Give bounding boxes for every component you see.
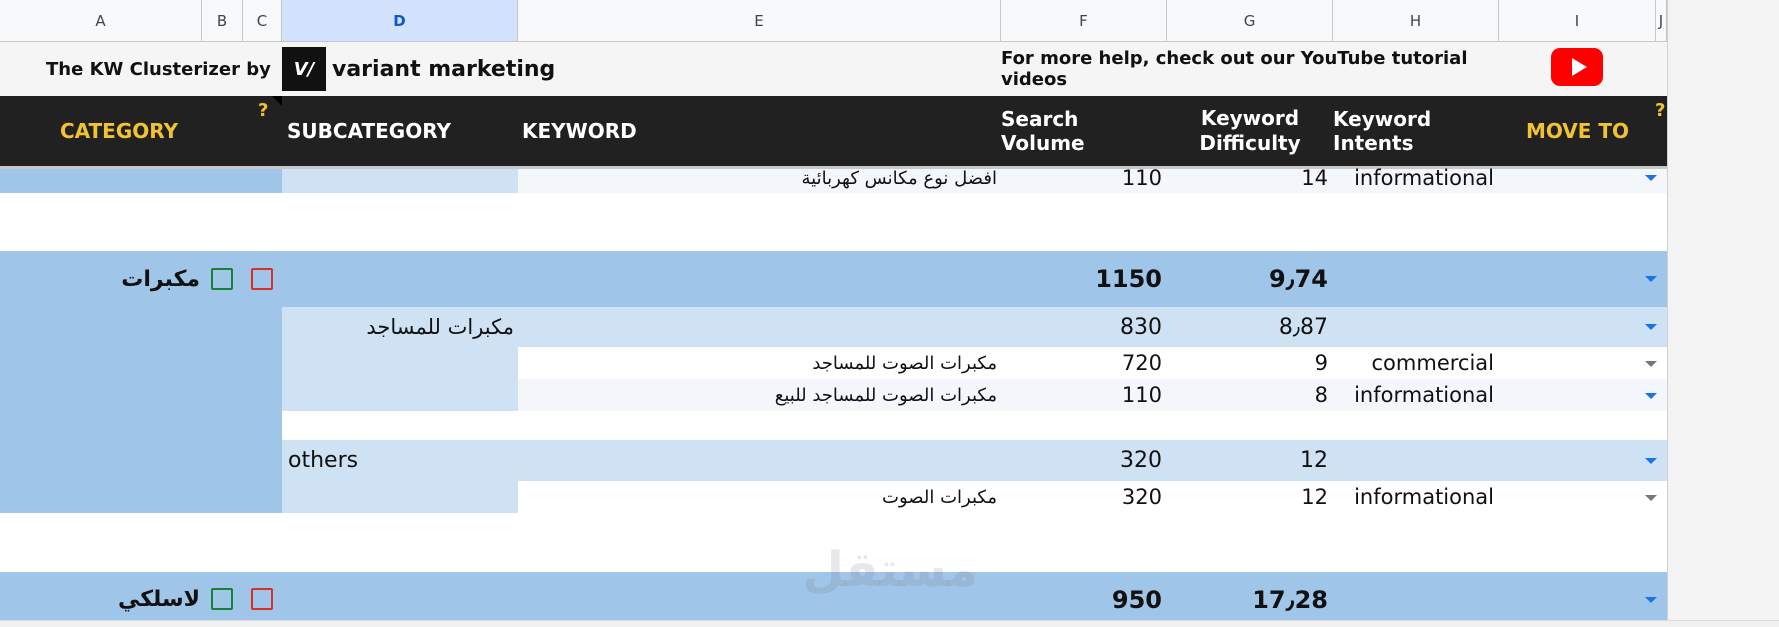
- col-header-g[interactable]: G: [1167, 0, 1333, 42]
- help-text[interactable]: For more help, check out our YouTube tut…: [1001, 42, 1495, 96]
- category-volume[interactable]: 950: [1001, 572, 1162, 627]
- col-label: H: [1409, 11, 1422, 30]
- intent-cell[interactable]: informational: [1333, 163, 1494, 193]
- header-kd-line1: Keyword: [1200, 106, 1300, 130]
- approve-checkbox[interactable]: [211, 268, 233, 290]
- category-kd[interactable]: 9٫74: [1167, 251, 1328, 307]
- header-keyword: KEYWORD: [522, 119, 637, 143]
- app-title: The KW Clusterizer by: [46, 58, 271, 80]
- category-name[interactable]: لاسلكي: [0, 572, 200, 627]
- subcategory-row[interactable]: [282, 440, 1667, 481]
- volume-cell[interactable]: 320: [1001, 481, 1162, 513]
- kd-cell[interactable]: 8: [1167, 379, 1328, 411]
- dropdown-arrow-icon[interactable]: [1645, 458, 1657, 464]
- approve-checkbox[interactable]: [211, 588, 233, 610]
- col-label: A: [95, 11, 106, 30]
- intent-cell[interactable]: informational: [1333, 379, 1494, 411]
- sheet-gutter: [1667, 0, 1779, 620]
- col-label: B: [216, 11, 228, 30]
- col-header-i[interactable]: I: [1499, 0, 1656, 42]
- subcategory-name[interactable]: مكبرات للمساجد: [282, 307, 514, 347]
- kd-cell[interactable]: 9: [1167, 347, 1328, 379]
- col-label: E: [754, 11, 764, 30]
- brand-logo-icon: V/: [282, 47, 326, 91]
- dropdown-arrow-icon[interactable]: [1645, 361, 1657, 367]
- volume-cell[interactable]: 110: [1001, 379, 1162, 411]
- header-kd-line2: Difficulty: [1199, 131, 1301, 155]
- dropdown-arrow-icon[interactable]: [1645, 276, 1657, 282]
- youtube-icon[interactable]: [1551, 48, 1603, 86]
- category-name[interactable]: مكبرات: [0, 251, 200, 307]
- intent-cell[interactable]: commercial: [1333, 347, 1494, 379]
- watermark-logo: مستقل: [802, 542, 978, 598]
- col-label: C: [256, 11, 268, 30]
- comment-indicator-icon: [272, 96, 282, 106]
- keyword-cell[interactable]: مكبرات الصوت: [518, 481, 997, 513]
- category-block[interactable]: [0, 307, 282, 513]
- kd-cell[interactable]: 14: [1167, 163, 1328, 193]
- category-kd[interactable]: 17٫28: [1167, 572, 1328, 627]
- header-category: CATEGORY: [59, 119, 179, 143]
- col-header-h[interactable]: H: [1333, 0, 1499, 42]
- col-label: I: [1574, 11, 1580, 30]
- header-keyword-intents: Keyword Intents: [1333, 107, 1432, 155]
- horizontal-scrollbar[interactable]: [0, 620, 1779, 627]
- volume-cell[interactable]: 110: [1001, 163, 1162, 193]
- col-header-e[interactable]: E: [518, 0, 1001, 42]
- subcategory-name[interactable]: others: [288, 440, 358, 481]
- col-header-f[interactable]: F: [1001, 0, 1167, 42]
- header-search-volume: Search Volume: [1001, 107, 1085, 155]
- col-label: J: [1658, 11, 1664, 30]
- subcategory-volume[interactable]: 320: [1001, 440, 1162, 481]
- header-keyword-difficulty: Keyword Difficulty: [1167, 96, 1333, 166]
- help-mark-icon[interactable]: ?: [1655, 100, 1665, 121]
- dropdown-arrow-icon[interactable]: [1645, 597, 1657, 603]
- subcategory-volume[interactable]: 830: [1001, 307, 1162, 347]
- col-label: D: [393, 11, 406, 30]
- brand-name: variant marketing: [332, 56, 556, 82]
- volume-cell[interactable]: 720: [1001, 347, 1162, 379]
- dropdown-arrow-icon[interactable]: [1645, 495, 1657, 501]
- category-cell[interactable]: [0, 169, 282, 193]
- col-header-j[interactable]: J: [1656, 0, 1667, 42]
- subcategory-cell[interactable]: [282, 169, 518, 193]
- reject-checkbox[interactable]: [251, 588, 273, 610]
- col-header-a[interactable]: A: [0, 0, 202, 42]
- dropdown-arrow-icon[interactable]: [1645, 393, 1657, 399]
- col-header-d[interactable]: D: [282, 0, 518, 42]
- header-subcategory: SUBCATEGORY: [287, 119, 452, 143]
- col-label: G: [1243, 11, 1256, 30]
- col-label: F: [1079, 11, 1088, 30]
- reject-checkbox[interactable]: [251, 268, 273, 290]
- keyword-cell[interactable]: مكبرات الصوت للمساجد للبيع: [518, 379, 997, 411]
- keyword-cell[interactable]: افضل نوع مكانس كهربائية: [518, 163, 997, 193]
- kd-cell[interactable]: 12: [1167, 481, 1328, 513]
- col-header-c[interactable]: C: [243, 0, 282, 42]
- intent-cell[interactable]: informational: [1333, 481, 1494, 513]
- category-volume[interactable]: 1150: [1001, 251, 1162, 307]
- header-move-to: MOVE TO: [1525, 119, 1630, 143]
- subcategory-kd[interactable]: 8٫87: [1167, 307, 1328, 347]
- subcategory-block[interactable]: [282, 481, 518, 513]
- subcategory-block[interactable]: [282, 347, 518, 411]
- dropdown-arrow-icon[interactable]: [1645, 324, 1657, 330]
- help-mark-icon[interactable]: ?: [258, 100, 268, 121]
- dropdown-arrow-icon[interactable]: [1645, 175, 1657, 181]
- keyword-cell[interactable]: مكبرات الصوت للمساجد: [518, 347, 997, 379]
- subcategory-kd[interactable]: 12: [1167, 440, 1328, 481]
- col-header-b[interactable]: B: [202, 0, 243, 42]
